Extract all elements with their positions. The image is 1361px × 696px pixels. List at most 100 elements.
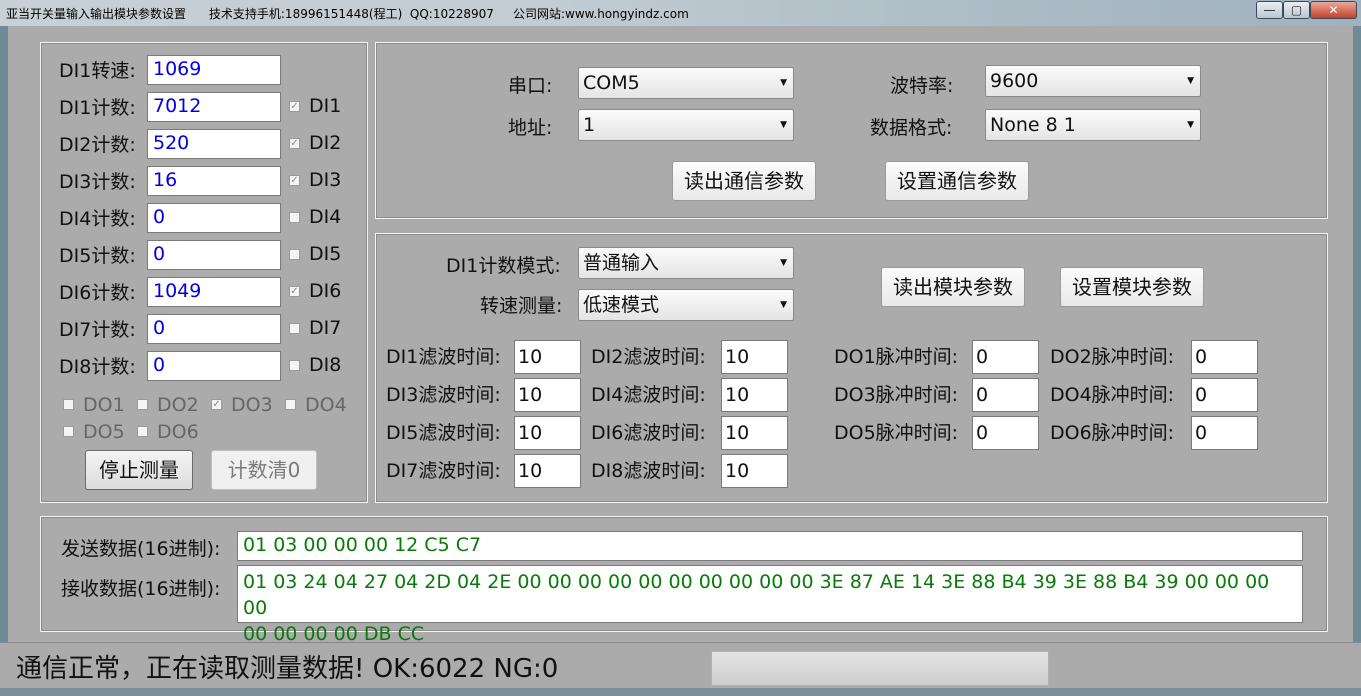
di6-filter-label: DI6滤波时间: bbox=[591, 422, 706, 444]
di1-count-mode-value: 普通输入 bbox=[583, 252, 660, 274]
do2-pulse-field[interactable]: 0 bbox=[1191, 340, 1258, 374]
do4-checkbox[interactable] bbox=[285, 399, 296, 410]
do1-pulse-label: DO1脉冲时间: bbox=[834, 346, 959, 368]
address-select[interactable]: 1 ▼ bbox=[578, 109, 794, 141]
set-module-params-button[interactable]: 设置模块参数 bbox=[1060, 267, 1204, 307]
di7-filter-field[interactable]: 10 bbox=[514, 454, 581, 488]
set-comm-params-button[interactable]: 设置通信参数 bbox=[885, 161, 1029, 201]
port-select[interactable]: COM5 ▼ bbox=[578, 67, 794, 99]
receive-data-field[interactable]: 01 03 24 04 27 04 2D 04 2E 00 00 00 00 0… bbox=[237, 565, 1303, 645]
do3-pulse-field[interactable]: 0 bbox=[972, 378, 1039, 412]
do5-pulse-field[interactable]: 0 bbox=[972, 416, 1039, 450]
data-format-select[interactable]: None 8 1 ▼ bbox=[985, 109, 1201, 141]
do6-pulse-label: DO6脉冲时间: bbox=[1050, 422, 1175, 444]
di7-checkbox-label: DI7 bbox=[309, 317, 342, 339]
di-panel: DI1转速: 1069 DI1计数: 7012 ✓ DI1 DI2计数: 520 ✓ DI2 D… bbox=[40, 42, 368, 503]
di5-checkbox[interactable] bbox=[289, 249, 300, 260]
di6-filter-field[interactable]: 10 bbox=[721, 416, 788, 450]
do2-checkbox-label: DO2 bbox=[157, 394, 199, 416]
di6-count-field[interactable]: 1049 bbox=[147, 277, 281, 307]
port-label: 串口: bbox=[508, 75, 553, 97]
baud-select[interactable]: 9600 ▼ bbox=[985, 65, 1201, 97]
chevron-down-icon: ▼ bbox=[1187, 76, 1194, 86]
do6-checkbox[interactable] bbox=[137, 426, 148, 437]
di6-checkbox[interactable]: ✓ bbox=[289, 286, 300, 297]
di4-filter-field[interactable]: 10 bbox=[721, 378, 788, 412]
di8-filter-field[interactable]: 10 bbox=[721, 454, 788, 488]
di1-count-mode-label: DI1计数模式: bbox=[446, 255, 561, 277]
di4-count-label: DI4计数: bbox=[59, 208, 136, 230]
di3-count-label: DI3计数: bbox=[59, 171, 136, 193]
di7-filter-label: DI7滤波时间: bbox=[386, 460, 501, 482]
di8-count-field[interactable]: 0 bbox=[147, 351, 281, 381]
send-data-field[interactable]: 01 03 00 00 00 12 C5 C7 bbox=[237, 531, 1303, 561]
di5-count-field[interactable]: 0 bbox=[147, 240, 281, 270]
di3-filter-field[interactable]: 10 bbox=[514, 378, 581, 412]
di1-filter-label: DI1滤波时间: bbox=[386, 346, 501, 368]
di3-checkbox-label: DI3 bbox=[309, 169, 342, 191]
di1-speed-field[interactable]: 1069 bbox=[147, 55, 281, 85]
do4-checkbox-label: DO4 bbox=[305, 394, 347, 416]
chevron-down-icon: ▼ bbox=[780, 258, 787, 268]
do2-pulse-label: DO2脉冲时间: bbox=[1050, 346, 1175, 368]
di3-count-field[interactable]: 16 bbox=[147, 166, 281, 196]
do3-pulse-label: DO3脉冲时间: bbox=[834, 384, 959, 406]
do2-checkbox[interactable] bbox=[137, 399, 148, 410]
di1-count-field[interactable]: 7012 bbox=[147, 92, 281, 122]
baud-value: 9600 bbox=[990, 70, 1039, 92]
di5-filter-field[interactable]: 10 bbox=[514, 416, 581, 450]
di8-count-label: DI8计数: bbox=[59, 356, 136, 378]
di1-count-label: DI1计数: bbox=[59, 97, 136, 119]
close-button[interactable]: ✕ bbox=[1310, 1, 1357, 19]
di1-checkbox[interactable]: ✓ bbox=[289, 101, 300, 112]
data-format-label: 数据格式: bbox=[870, 117, 953, 139]
baud-label: 波特率: bbox=[890, 75, 954, 97]
di2-checkbox[interactable]: ✓ bbox=[289, 138, 300, 149]
di4-checkbox[interactable] bbox=[289, 212, 300, 223]
di7-count-field[interactable]: 0 bbox=[147, 314, 281, 344]
do3-checkbox[interactable]: ✓ bbox=[211, 399, 222, 410]
client-area: DI1转速: 1069 DI1计数: 7012 ✓ DI1 DI2计数: 520 ✓ DI2 D… bbox=[8, 26, 1353, 645]
address-value: 1 bbox=[583, 114, 596, 136]
di1-speed-label: DI1转速: bbox=[59, 60, 136, 82]
di3-checkbox[interactable]: ✓ bbox=[289, 175, 300, 186]
do4-pulse-label: DO4脉冲时间: bbox=[1050, 384, 1175, 406]
module-params-panel: DI1计数模式: 普通输入 ▼ 转速测量: 低速模式 ▼ 读出模块参数 设置模块… bbox=[375, 233, 1328, 503]
do5-checkbox[interactable] bbox=[63, 426, 74, 437]
di1-count-mode-select[interactable]: 普通输入 ▼ bbox=[578, 247, 794, 279]
do6-pulse-field[interactable]: 0 bbox=[1191, 416, 1258, 450]
di4-count-field[interactable]: 0 bbox=[147, 203, 281, 233]
di2-checkbox-label: DI2 bbox=[309, 132, 342, 154]
chevron-down-icon: ▼ bbox=[780, 78, 787, 88]
chevron-down-icon: ▼ bbox=[780, 300, 787, 310]
do1-checkbox[interactable] bbox=[63, 399, 74, 410]
do1-checkbox-label: DO1 bbox=[83, 394, 125, 416]
maximize-button[interactable]: ▢ bbox=[1283, 1, 1310, 19]
di5-checkbox-label: DI5 bbox=[309, 243, 342, 265]
read-comm-params-button[interactable]: 读出通信参数 bbox=[672, 161, 816, 201]
di1-filter-field[interactable]: 10 bbox=[514, 340, 581, 374]
chevron-down-icon: ▼ bbox=[1187, 120, 1194, 130]
di3-filter-label: DI3滤波时间: bbox=[386, 384, 501, 406]
speed-measure-value: 低速模式 bbox=[583, 294, 660, 316]
di2-count-field[interactable]: 520 bbox=[147, 129, 281, 159]
di6-count-label: DI6计数: bbox=[59, 282, 136, 304]
do4-pulse-field[interactable]: 0 bbox=[1191, 378, 1258, 412]
di7-checkbox[interactable] bbox=[289, 323, 300, 334]
data-format-value: None 8 1 bbox=[990, 114, 1076, 136]
port-value: COM5 bbox=[583, 72, 640, 94]
minimize-button[interactable]: — bbox=[1256, 1, 1283, 19]
comm-params-panel: 串口: COM5 ▼ 波特率: 9600 ▼ 地址: 1 ▼ 数据格式: Non… bbox=[375, 42, 1328, 219]
title-bar: 亚当开关量输入输出模块参数设置 技术支持手机:18996151448(程工) Q… bbox=[0, 0, 1361, 26]
clear-count-button[interactable]: 计数清0 bbox=[211, 450, 317, 490]
di8-checkbox[interactable] bbox=[289, 360, 300, 371]
stop-measure-button[interactable]: 停止测量 bbox=[85, 450, 193, 490]
read-module-params-button[interactable]: 读出模块参数 bbox=[881, 267, 1025, 307]
di2-filter-field[interactable]: 10 bbox=[721, 340, 788, 374]
window-bottom-edge bbox=[0, 688, 1361, 696]
di8-checkbox-label: DI8 bbox=[309, 354, 342, 376]
do6-checkbox-label: DO6 bbox=[157, 421, 199, 443]
do1-pulse-field[interactable]: 0 bbox=[972, 340, 1039, 374]
status-text: 通信正常，正在读取测量数据! OK:6022 NG:0 bbox=[16, 654, 559, 684]
speed-measure-select[interactable]: 低速模式 ▼ bbox=[578, 289, 794, 321]
